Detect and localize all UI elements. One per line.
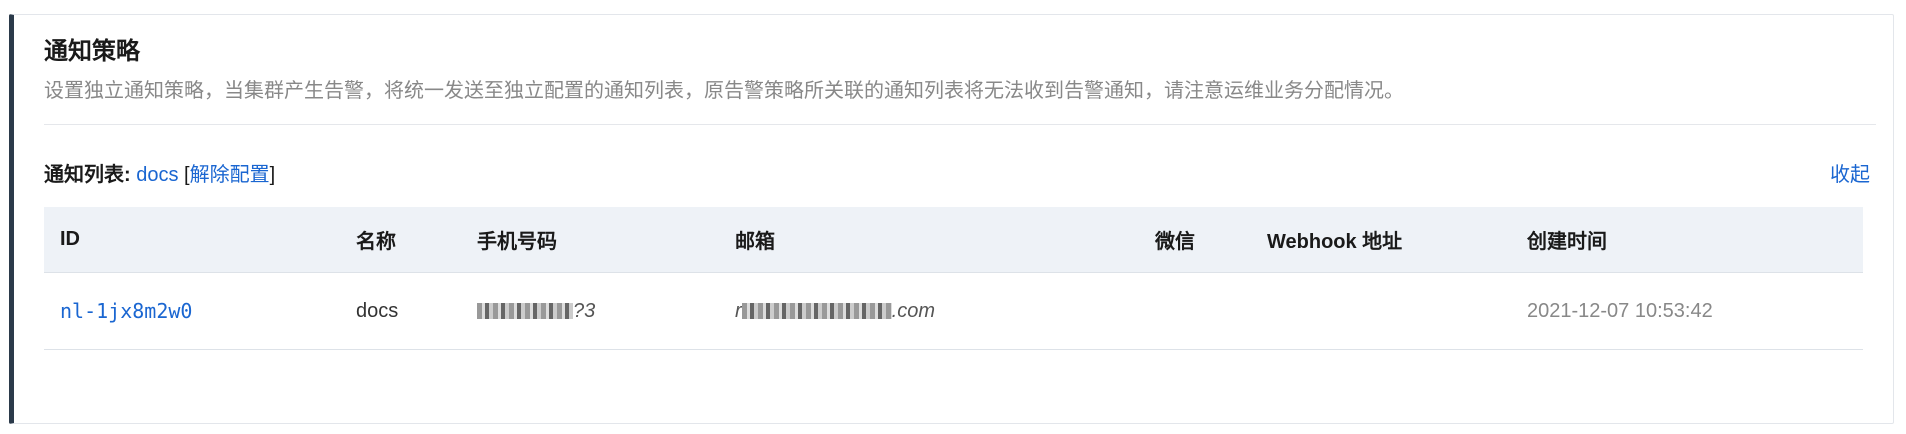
row-wechat <box>1139 272 1251 350</box>
row-webhook <box>1251 272 1511 350</box>
section-title: 通知策略 <box>44 38 140 65</box>
column-header-id: ID <box>44 207 340 273</box>
row-phone-suffix: ?3 <box>573 299 596 322</box>
table-header-row: ID 名称 手机号码 邮箱 微信 Webhook 地址 创建时间 <box>44 207 1863 273</box>
column-header-name: 名称 <box>340 207 461 273</box>
divider <box>44 124 1876 125</box>
notify-list-label: 通知列表: <box>44 164 131 186</box>
row-email-prefix: r <box>735 299 742 322</box>
collapse-link[interactable]: 收起 <box>1830 158 1870 187</box>
row-id-link[interactable]: nl-1jx8m2w0 <box>44 272 340 350</box>
unbind-config-link[interactable]: 解除配置 <box>190 164 270 186</box>
redacted-email <box>741 303 892 320</box>
notify-list-row: 通知列表: docs [解除配置] <box>44 158 275 187</box>
column-header-webhook: Webhook 地址 <box>1251 207 1511 273</box>
column-header-email: 邮箱 <box>719 207 1139 273</box>
row-phone: ?3 <box>461 272 719 350</box>
column-header-phone: 手机号码 <box>461 207 719 273</box>
column-header-wechat: 微信 <box>1139 207 1251 273</box>
row-email: r .com <box>719 272 1139 350</box>
redacted-phone <box>477 303 573 320</box>
notify-list-table: ID 名称 手机号码 邮箱 微信 Webhook 地址 创建时间 nl-1jx8… <box>44 207 1863 350</box>
row-email-suffix: .com <box>891 299 936 322</box>
row-created-time: 2021-12-07 10:53:42 <box>1511 272 1863 350</box>
section-description: 设置独立通知策略，当集群产生告警，将统一发送至独立配置的通知列表，原告警策略所关… <box>44 80 1404 102</box>
bracket-close: ] <box>269 164 276 186</box>
column-header-created: 创建时间 <box>1511 207 1863 273</box>
notify-list-link[interactable]: docs <box>136 164 178 186</box>
table-row: nl-1jx8m2w0 docs ?3 r .com 2021-12-07 10:… <box>44 272 1863 350</box>
row-name: docs <box>340 272 461 350</box>
